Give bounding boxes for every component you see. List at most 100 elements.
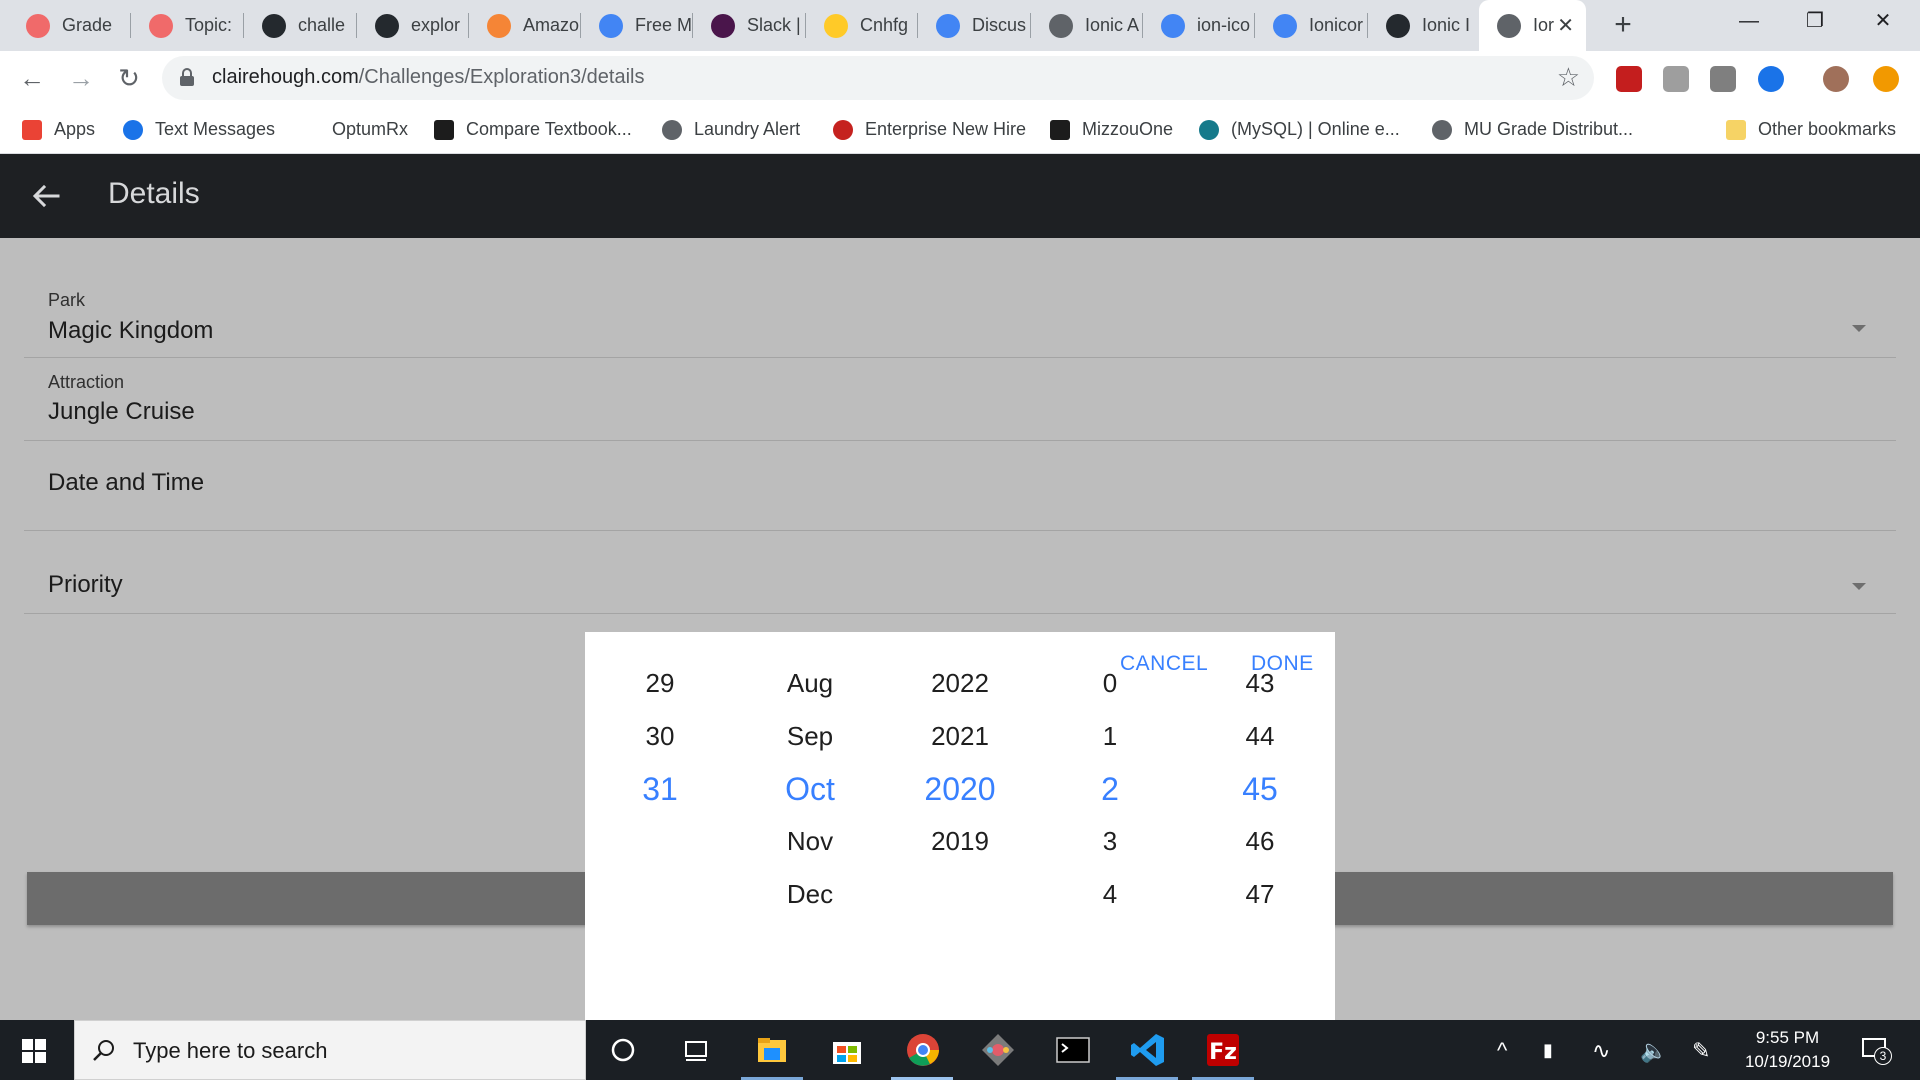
picker-selected-month[interactable]: Oct <box>735 771 885 808</box>
picker-option-hour[interactable]: 0 <box>1035 668 1185 699</box>
picker-option-month[interactable]: Nov <box>735 826 885 857</box>
chrome-icon[interactable] <box>901 1028 945 1072</box>
picker-option-hour[interactable]: 4 <box>1035 879 1185 910</box>
address-bar[interactable]: clairehough.com/Challenges/Exploration3/… <box>162 56 1594 100</box>
action-center-icon[interactable]: 3 <box>1860 1034 1892 1065</box>
browser-tab[interactable]: explor <box>357 0 468 51</box>
pen-icon[interactable]: ✎ <box>1692 1038 1710 1064</box>
tab-label: Ionicor <box>1309 15 1364 35</box>
priority-select[interactable]: Priority <box>24 531 1896 614</box>
bookmark-star-icon[interactable]: ☆ <box>1557 62 1580 93</box>
file-explorer-icon[interactable] <box>750 1028 794 1072</box>
picker-selected-year[interactable]: 2020 <box>885 771 1035 808</box>
windows-start-icon[interactable] <box>22 1039 46 1063</box>
wifi-icon[interactable]: ∿ <box>1592 1038 1610 1064</box>
picker-option-month[interactable]: Sep <box>735 721 885 752</box>
picker-selected-hour[interactable]: 2 <box>1035 771 1185 808</box>
bookmark-item[interactable]: OptumRx <box>332 105 408 154</box>
back-button[interactable]: ← <box>13 59 51 97</box>
attraction-label: Attraction <box>48 372 125 392</box>
filezilla-icon[interactable]: Fz <box>1201 1028 1245 1072</box>
bookmark-item[interactable]: Enterprise New Hire <box>833 105 1026 154</box>
bookmark-item[interactable]: Text Messages <box>123 105 275 154</box>
minimize-button[interactable]: — <box>1716 0 1782 44</box>
extension-icon[interactable] <box>1663 66 1689 92</box>
browser-tab[interactable]: Discus <box>918 0 1030 51</box>
datetime-field[interactable]: Date and Time <box>24 441 1896 531</box>
picker-option-minute[interactable]: 47 <box>1185 879 1335 910</box>
vscode-icon[interactable] <box>1126 1028 1170 1072</box>
browser-tab[interactable]: Amazo <box>469 0 580 51</box>
picker-option-month[interactable]: Aug <box>735 668 885 699</box>
browser-tab[interactable]: Cnhfg <box>806 0 917 51</box>
picker-selected-day[interactable]: 31 <box>585 771 735 808</box>
restore-button[interactable]: ❐ <box>1782 0 1848 44</box>
close-window-button[interactable]: ✕ <box>1850 0 1916 44</box>
browser-tab[interactable]: Ionicor <box>1255 0 1367 51</box>
picker-option-day[interactable]: 29 <box>585 668 735 699</box>
picker-option-day[interactable]: 30 <box>585 721 735 752</box>
bookmark-item[interactable]: Compare Textbook... <box>434 105 632 154</box>
picker-option-year[interactable]: 2019 <box>885 826 1035 857</box>
picker-option-minute[interactable]: 44 <box>1185 721 1335 752</box>
microsoft-store-icon[interactable] <box>825 1028 869 1072</box>
picker-option-minute[interactable]: 46 <box>1185 826 1335 857</box>
park-select[interactable]: Park Magic Kingdom <box>24 238 1896 358</box>
taskbar-search-box[interactable]: Type here to search <box>74 1020 586 1080</box>
browser-tab[interactable]: Ionic A <box>1031 0 1142 51</box>
docs-icon <box>936 13 960 38</box>
new-tab-button[interactable]: + <box>1605 8 1641 44</box>
url-text[interactable]: clairehough.com/Challenges/Exploration3/… <box>212 66 644 89</box>
battery-icon[interactable]: ▮ <box>1543 1040 1553 1061</box>
browser-tab[interactable]: Ionic I <box>1368 0 1479 51</box>
task-view-icon[interactable] <box>674 1028 718 1072</box>
browser-tab[interactable]: Slack | <box>693 0 805 51</box>
picker-option-year[interactable]: 2021 <box>885 721 1035 752</box>
show-hidden-icons-chevron[interactable]: ^ <box>1497 1038 1507 1064</box>
reload-button[interactable]: ↻ <box>110 59 148 97</box>
forward-button[interactable]: → <box>62 59 100 97</box>
bookmarks-bar: Apps Text Messages OptumRx Compare Textbook… <box>0 105 1920 154</box>
bookmark-item[interactable]: Apps <box>22 105 95 154</box>
picker-option-minute[interactable]: 43 <box>1185 668 1335 699</box>
bookmark-item[interactable]: MU Grade Distribut... <box>1432 105 1633 154</box>
update-icon[interactable] <box>1873 66 1899 92</box>
apps-grid-icon <box>22 119 42 140</box>
terminal-icon[interactable] <box>1051 1028 1095 1072</box>
close-tab-icon[interactable]: ✕ <box>1557 13 1574 38</box>
ublock-extension-icon[interactable] <box>1616 66 1642 92</box>
tab-label: Ior <box>1533 15 1555 35</box>
browser-tab[interactable]: Ior ✕ <box>1479 0 1586 51</box>
bookmark-item[interactable]: (MySQL) | Online e... <box>1199 105 1400 154</box>
browser-tab[interactable]: Grade <box>8 0 130 51</box>
extension-circle-icon[interactable] <box>1758 66 1784 92</box>
gitkraken-icon[interactable] <box>976 1028 1020 1072</box>
bookmark-item[interactable]: MizzouOne <box>1050 105 1173 154</box>
mizzou-icon <box>1050 119 1070 140</box>
picker-option-hour[interactable]: 3 <box>1035 826 1185 857</box>
attraction-select[interactable]: Attraction Jungle Cruise <box>24 358 1896 441</box>
browser-tab[interactable]: ion-ico <box>1143 0 1254 51</box>
cast-extension-icon[interactable] <box>1710 66 1736 92</box>
picker-option-hour[interactable]: 1 <box>1035 721 1185 752</box>
bookmark-label: Enterprise New Hire <box>865 119 1027 139</box>
picker-option-month[interactable]: Dec <box>735 879 885 910</box>
browser-tab[interactable]: Free M <box>581 0 692 51</box>
picker-selected-minute[interactable]: 45 <box>1185 771 1335 808</box>
svg-text:Fz: Fz <box>1209 1040 1237 1065</box>
bookmark-item[interactable]: Laundry Alert <box>662 105 800 154</box>
bookmark-item[interactable]: Other bookmarks <box>1726 105 1896 154</box>
browser-tab[interactable]: challe <box>244 0 356 51</box>
app-header: Details <box>0 154 1920 238</box>
c-logo-icon <box>1199 119 1219 140</box>
globe-icon <box>1049 13 1073 38</box>
back-arrow-icon[interactable] <box>26 176 66 216</box>
clock-date: 10/19/2019 <box>1744 1052 1831 1071</box>
volume-icon[interactable]: 🔈 <box>1640 1038 1667 1064</box>
picker-option-year[interactable]: 2022 <box>885 668 1035 699</box>
browser-tab[interactable]: Topic: <box>131 0 243 51</box>
profile-avatar[interactable] <box>1823 66 1849 92</box>
taskbar-clock[interactable]: 9:55 PM 10/19/2019 <box>1725 1026 1850 1074</box>
cortana-icon[interactable] <box>601 1028 645 1072</box>
globe-icon <box>1432 119 1452 140</box>
